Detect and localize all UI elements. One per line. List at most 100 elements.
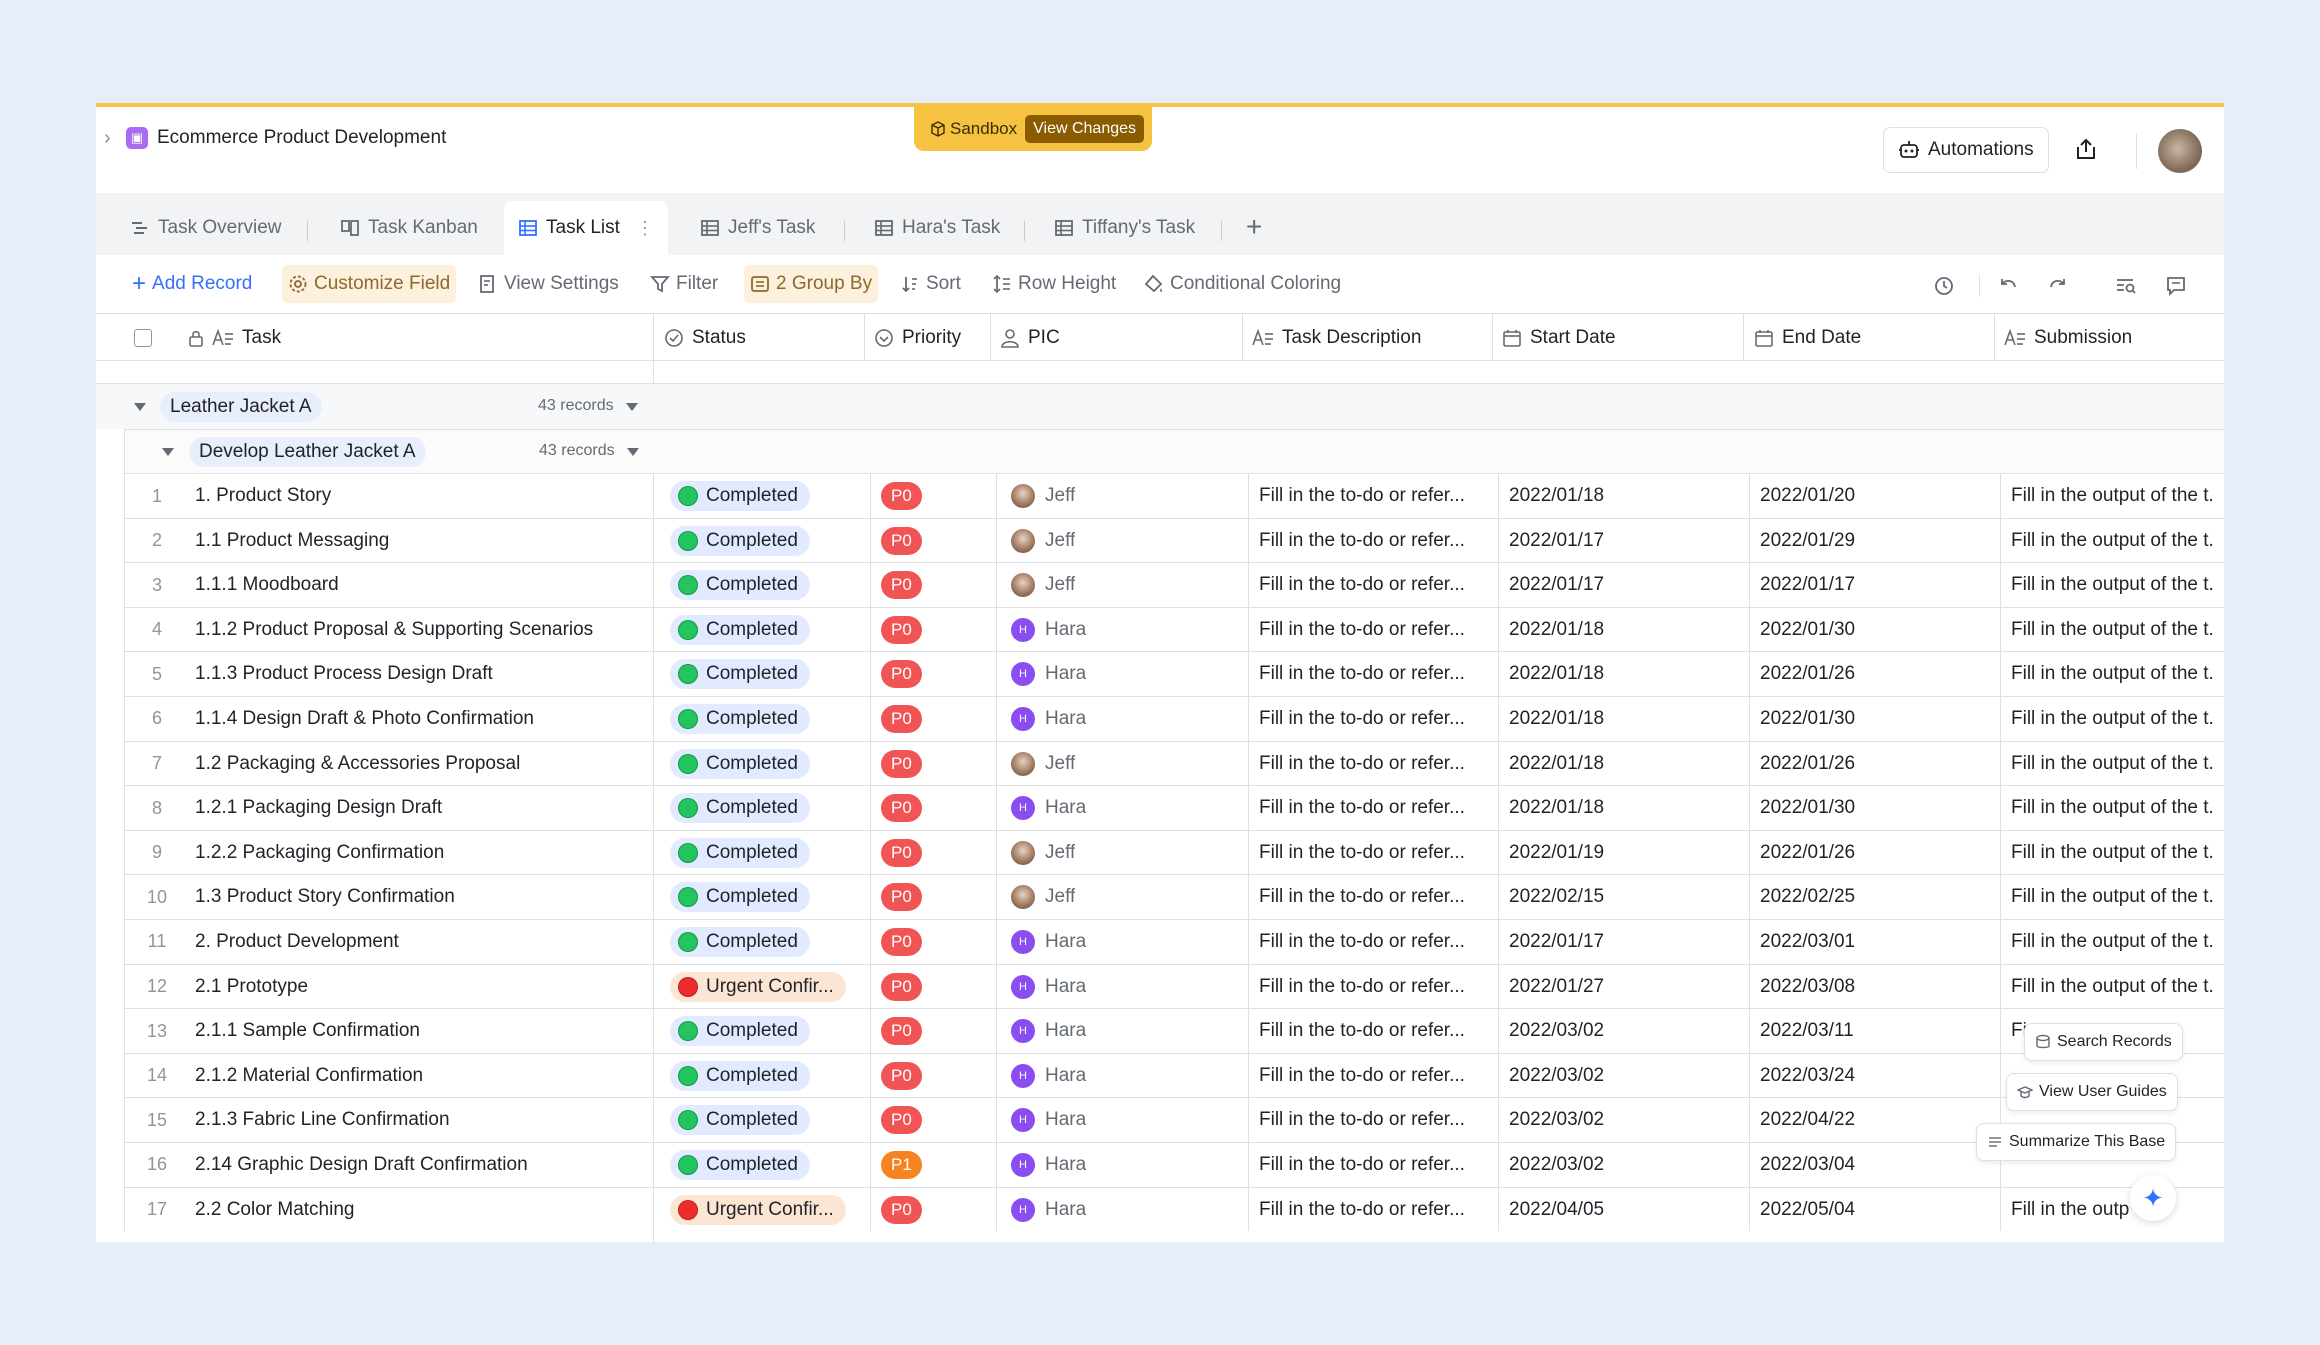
select-all-checkbox[interactable]: [126, 314, 152, 362]
pic-cell[interactable]: H Hara: [1011, 786, 1086, 830]
group-by-button[interactable]: 2 Group By: [744, 265, 879, 303]
collapse-caret-icon[interactable]: [134, 403, 146, 411]
priority-cell[interactable]: P1: [881, 1143, 922, 1187]
status-cell[interactable]: Completed: [670, 831, 865, 875]
history-icon[interactable]: [1933, 275, 1955, 297]
table-row[interactable]: 13 2.1.1 Sample Confirmation Completed P0 H H…: [124, 1008, 2224, 1053]
table-row[interactable]: 14 2.1.2 Material Confirmation Completed P0…: [124, 1052, 2224, 1098]
chevron-right-icon[interactable]: ›: [104, 127, 111, 150]
status-cell[interactable]: Completed: [670, 1143, 865, 1187]
status-cell[interactable]: Completed: [670, 1054, 865, 1098]
task-description-cell[interactable]: Fill in the to-do or refer...: [1259, 875, 1494, 919]
filter-button[interactable]: Filter: [644, 265, 724, 303]
end-date-cell[interactable]: 2022/01/26: [1760, 831, 1855, 875]
end-date-cell[interactable]: 2022/03/01: [1760, 920, 1855, 964]
priority-cell[interactable]: P0: [881, 786, 922, 830]
header-pic[interactable]: PIC: [992, 314, 1060, 362]
end-date-cell[interactable]: 2022/03/08: [1760, 965, 1855, 1009]
task-cell[interactable]: 2.1.3 Fabric Line Confirmation: [195, 1098, 655, 1142]
end-date-cell[interactable]: 2022/01/26: [1760, 742, 1855, 786]
status-cell[interactable]: Completed: [670, 474, 865, 518]
task-cell[interactable]: 2.2 Color Matching: [195, 1188, 655, 1232]
add-record-button[interactable]: + Add Record: [126, 265, 258, 303]
submission-cell[interactable]: Fill in the output of the t.: [2011, 519, 2224, 563]
header-priority[interactable]: Priority: [866, 314, 961, 362]
submission-cell[interactable]: Fill in the output of the t.: [2011, 652, 2224, 696]
priority-cell[interactable]: P0: [881, 965, 922, 1009]
task-cell[interactable]: 1. Product Story: [195, 474, 655, 518]
end-date-cell[interactable]: 2022/03/24: [1760, 1054, 1855, 1098]
pic-cell[interactable]: H Hara: [1011, 965, 1086, 1009]
end-date-cell[interactable]: 2022/02/25: [1760, 875, 1855, 919]
start-date-cell[interactable]: 2022/01/17: [1509, 563, 1604, 607]
task-description-cell[interactable]: Fill in the to-do or refer...: [1259, 1054, 1494, 1098]
tab-haras-task[interactable]: Hara's Task: [860, 201, 1014, 255]
group-header-level2[interactable]: Develop Leather Jacket A 43 records: [124, 429, 2224, 473]
sort-button[interactable]: Sort: [894, 265, 967, 303]
start-date-cell[interactable]: 2022/01/27: [1509, 965, 1604, 1009]
start-date-cell[interactable]: 2022/01/17: [1509, 519, 1604, 563]
task-description-cell[interactable]: Fill in the to-do or refer...: [1259, 786, 1494, 830]
task-description-cell[interactable]: Fill in the to-do or refer...: [1259, 608, 1494, 652]
ai-assistant-sparkle-icon[interactable]: ✦: [2130, 1175, 2176, 1221]
start-date-cell[interactable]: 2022/01/18: [1509, 786, 1604, 830]
start-date-cell[interactable]: 2022/01/18: [1509, 474, 1604, 518]
row-height-button[interactable]: Row Height: [986, 265, 1122, 303]
pic-cell[interactable]: Jeff: [1011, 875, 1075, 919]
conditional-coloring-button[interactable]: Conditional Coloring: [1138, 265, 1347, 303]
start-date-cell[interactable]: 2022/01/18: [1509, 608, 1604, 652]
automations-button[interactable]: Automations: [1883, 127, 2049, 173]
submission-cell[interactable]: Fill in the output of the t.: [2011, 474, 2224, 518]
status-cell[interactable]: Completed: [670, 697, 865, 741]
pic-cell[interactable]: H Hara: [1011, 1098, 1086, 1142]
status-cell[interactable]: Urgent Confir...: [670, 965, 865, 1009]
header-task[interactable]: Task: [180, 314, 281, 362]
end-date-cell[interactable]: 2022/01/20: [1760, 474, 1855, 518]
group-header-level1[interactable]: Leather Jacket A 43 records: [96, 383, 2224, 429]
end-date-cell[interactable]: 2022/01/17: [1760, 563, 1855, 607]
priority-cell[interactable]: P0: [881, 652, 922, 696]
user-avatar[interactable]: [2158, 129, 2202, 173]
status-cell[interactable]: Urgent Confir...: [670, 1188, 865, 1232]
tab-tiffanys-task[interactable]: Tiffany's Task: [1040, 201, 1209, 255]
header-start-date[interactable]: Start Date: [1494, 314, 1616, 362]
pic-cell[interactable]: H Hara: [1011, 1009, 1086, 1053]
priority-cell[interactable]: P0: [881, 474, 922, 518]
submission-cell[interactable]: Fill in the output of the t.: [2011, 786, 2224, 830]
search-records-button[interactable]: Search Records: [2024, 1023, 2183, 1061]
start-date-cell[interactable]: 2022/01/18: [1509, 697, 1604, 741]
table-row[interactable]: 7 1.2 Packaging & Accessories Proposal Com…: [124, 740, 2224, 786]
status-cell[interactable]: Completed: [670, 519, 865, 563]
task-cell[interactable]: 1.1 Product Messaging: [195, 519, 655, 563]
header-end-date[interactable]: End Date: [1746, 314, 1861, 362]
submission-cell[interactable]: Fill in the output of the t.: [2011, 608, 2224, 652]
priority-cell[interactable]: P0: [881, 697, 922, 741]
priority-cell[interactable]: P0: [881, 608, 922, 652]
pic-cell[interactable]: Jeff: [1011, 563, 1075, 607]
header-submission[interactable]: Submission: [1996, 314, 2132, 362]
submission-cell[interactable]: Fill in the output of the t.: [2011, 831, 2224, 875]
pic-cell[interactable]: H Hara: [1011, 920, 1086, 964]
view-settings-button[interactable]: View Settings: [472, 265, 625, 303]
priority-cell[interactable]: P0: [881, 563, 922, 607]
tab-task-overview[interactable]: Task Overview: [116, 201, 296, 255]
submission-cell[interactable]: Fill in the outp: [2011, 1188, 2224, 1232]
status-cell[interactable]: Completed: [670, 652, 865, 696]
start-date-cell[interactable]: 2022/03/02: [1509, 1143, 1604, 1187]
start-date-cell[interactable]: 2022/02/15: [1509, 875, 1604, 919]
submission-cell[interactable]: Fill in the output of the t.: [2011, 920, 2224, 964]
comment-icon[interactable]: [2165, 275, 2187, 297]
priority-cell[interactable]: P0: [881, 1054, 922, 1098]
end-date-cell[interactable]: 2022/04/22: [1760, 1098, 1855, 1142]
task-description-cell[interactable]: Fill in the to-do or refer...: [1259, 831, 1494, 875]
task-cell[interactable]: 1.1.3 Product Process Design Draft: [195, 652, 655, 696]
status-cell[interactable]: Completed: [670, 742, 865, 786]
table-row[interactable]: 16 2.14 Graphic Design Draft Confirmation…: [124, 1141, 2224, 1187]
pic-cell[interactable]: H Hara: [1011, 1054, 1086, 1098]
task-cell[interactable]: 1.2 Packaging & Accessories Proposal: [195, 742, 655, 786]
priority-cell[interactable]: P0: [881, 1009, 922, 1053]
pic-cell[interactable]: H Hara: [1011, 1188, 1086, 1232]
task-cell[interactable]: 1.1.1 Moodboard: [195, 563, 655, 607]
status-cell[interactable]: Completed: [670, 563, 865, 607]
table-row[interactable]: 2 1.1 Product Messaging Completed P0 Jeff Fil…: [124, 517, 2224, 563]
